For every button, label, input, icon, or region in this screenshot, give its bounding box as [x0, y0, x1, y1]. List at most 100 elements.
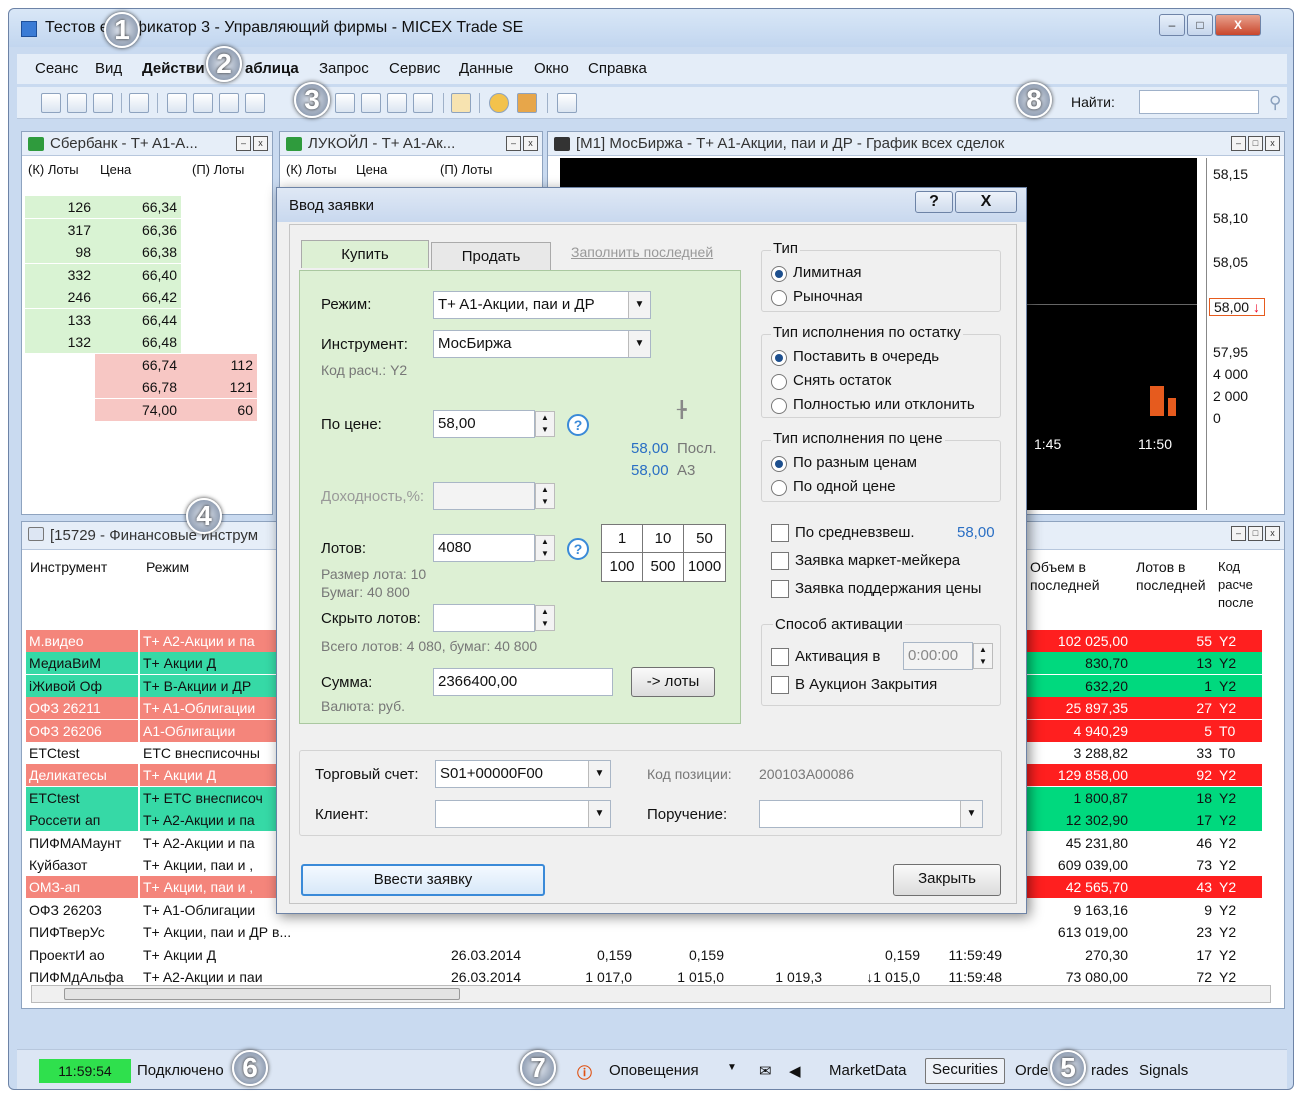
tab-orders[interactable]: Orde — [1015, 1062, 1048, 1079]
menu-window[interactable]: Окно — [534, 60, 569, 77]
alerts-label[interactable]: Оповещения — [609, 1062, 699, 1079]
tab-marketdata[interactable]: MarketData — [829, 1062, 907, 1079]
scroll-thumb[interactable] — [64, 988, 460, 1000]
edit-document-icon[interactable] — [67, 93, 87, 113]
fill-last-link[interactable]: Заполнить последней — [571, 244, 713, 260]
sum-input[interactable]: 2366400,00 — [433, 668, 613, 696]
col-instrument[interactable]: Инструмент — [30, 558, 107, 576]
account-select[interactable]: S01+00000F00 ▼ — [435, 760, 611, 788]
new-document-icon[interactable] — [41, 93, 61, 113]
col-last-lots[interactable]: Лотов в последней — [1136, 558, 1220, 594]
minimize-icon[interactable]: – — [1231, 526, 1246, 541]
price-spinner[interactable]: ▲ ▼ — [535, 411, 555, 437]
alert-icon[interactable]: ⓘ — [577, 1062, 592, 1083]
chevron-down-icon[interactable]: ▼ — [628, 331, 650, 357]
radio-queue[interactable]: Поставить в очередь — [771, 348, 939, 366]
menu-help[interactable]: Справка — [588, 60, 647, 77]
menu-view[interactable]: Вид — [95, 60, 122, 77]
radio-diff-prices[interactable]: По разным ценам — [771, 454, 917, 472]
to-lots-button[interactable]: -> лоты — [631, 667, 715, 697]
window-icon[interactable] — [219, 93, 239, 113]
menu-query[interactable]: Запрос — [319, 60, 369, 77]
menu-table[interactable]: аблица — [245, 60, 299, 77]
chevron-down-icon[interactable]: ▼ — [588, 761, 610, 787]
coins-icon[interactable] — [489, 93, 509, 113]
menu-data[interactable]: Данные — [459, 60, 513, 77]
restore-icon[interactable]: □ — [1248, 136, 1263, 151]
tab-trades[interactable]: rades — [1091, 1062, 1129, 1079]
mail-icon[interactable]: ✉ — [759, 1062, 772, 1080]
radio-limit[interactable]: Лимитная — [771, 264, 862, 282]
col-last-volume[interactable]: Объем в последней — [1030, 558, 1126, 594]
col-mode[interactable]: Режим — [146, 558, 189, 576]
activation-spinner[interactable]: ▲ ▼ — [973, 643, 993, 669]
price-help-icon[interactable]: ? — [567, 414, 589, 436]
menu-session[interactable]: Сеанс — [35, 60, 78, 77]
dialog-help-button[interactable]: ? — [915, 191, 953, 213]
close-dialog-button[interactable]: Закрыть — [893, 864, 1001, 896]
market-maker-checkbox[interactable]: Заявка маркет-мейкера — [771, 552, 960, 570]
lots-help-icon[interactable]: ? — [567, 538, 589, 560]
radio-market[interactable]: Рыночная — [771, 288, 863, 306]
magnifier-icon[interactable]: ⚲ — [1269, 93, 1287, 112]
lots-spinner[interactable]: ▲ ▼ — [535, 535, 555, 561]
delete-document-icon[interactable] — [93, 93, 113, 113]
table-row[interactable]: ПроектИ ао T+ Акции Д 26.03.2014 0,159 0,159… — [22, 944, 1262, 966]
restore-icon[interactable]: – — [506, 136, 521, 151]
instrument-select[interactable]: МосБиржа ▼ — [433, 330, 651, 358]
tab-signals[interactable]: Signals — [1139, 1062, 1188, 1079]
briefcase-icon[interactable] — [517, 93, 537, 113]
report-icon[interactable] — [413, 93, 433, 113]
restore-icon[interactable]: – — [236, 136, 251, 151]
chevron-down-icon[interactable]: ▼ — [960, 801, 982, 827]
lot-quick-50[interactable]: 50 — [684, 525, 725, 553]
lot-quick-100[interactable]: 100 — [602, 553, 643, 581]
alert-icon[interactable] — [451, 93, 471, 113]
menu-service[interactable]: Сервис — [389, 60, 440, 77]
trade-icon[interactable] — [361, 93, 381, 113]
chart-icon[interactable] — [245, 93, 265, 113]
table-row[interactable]: ПИФТверУс T+ Акции, паи и ДР в... 613 019,… — [22, 921, 1262, 943]
close-icon[interactable]: x — [523, 136, 538, 151]
instruction-select[interactable]: ▼ — [759, 800, 983, 828]
price-input[interactable]: 58,00 — [433, 410, 535, 438]
close-icon[interactable]: x — [1265, 526, 1280, 541]
copy-icon[interactable] — [387, 93, 407, 113]
activation-checkbox[interactable]: Активация в — [771, 648, 880, 666]
tab-sell[interactable]: Продать — [431, 242, 551, 270]
menu-actions[interactable]: Действи — [142, 60, 205, 77]
dialog-close-button[interactable]: X — [955, 191, 1017, 213]
close-icon[interactable]: x — [1265, 136, 1280, 151]
maximize-button[interactable]: □ — [1187, 14, 1213, 36]
col-settle-code[interactable]: Код расче после — [1218, 558, 1262, 612]
chevron-down-icon[interactable]: ▼ — [727, 1062, 737, 1073]
price-support-checkbox[interactable]: Заявка поддержания цены — [771, 580, 981, 598]
back-icon[interactable]: ◀ — [789, 1062, 801, 1080]
hidden-lots-input[interactable] — [433, 604, 535, 632]
horizontal-scrollbar[interactable] — [31, 985, 1271, 1003]
avg-price-checkbox[interactable]: По средневзвеш. — [771, 524, 915, 542]
tab-buy[interactable]: Купить — [301, 240, 429, 268]
lot-quick-10[interactable]: 10 — [643, 525, 684, 553]
find-input[interactable] — [1139, 90, 1259, 114]
minimize-button[interactable]: – — [1159, 14, 1185, 36]
hidden-lots-spinner[interactable]: ▲ ▼ — [535, 605, 555, 631]
chevron-down-icon[interactable]: ▼ — [628, 292, 650, 318]
last-price[interactable]: 58,00 — [631, 440, 669, 457]
message-icon[interactable] — [557, 93, 577, 113]
radio-cancel-rest[interactable]: Снять остаток — [771, 372, 891, 390]
orderbook-icon[interactable] — [193, 93, 213, 113]
a3-price[interactable]: 58,00 — [631, 462, 669, 479]
restore-icon[interactable]: □ — [1248, 526, 1263, 541]
client-select[interactable]: ▼ — [435, 800, 611, 828]
submit-order-button[interactable]: Ввести заявку — [301, 864, 545, 896]
lot-quick-1000[interactable]: 1000 — [684, 553, 725, 581]
export-icon[interactable] — [129, 93, 149, 113]
table-icon[interactable] — [167, 93, 187, 113]
closing-auction-checkbox[interactable]: В Аукцион Закрытия — [771, 676, 937, 694]
activation-time-input[interactable]: 0:00:00 — [903, 642, 973, 670]
mode-select[interactable]: T+ A1-Акции, паи и ДР ▼ — [433, 291, 651, 319]
lots-input[interactable]: 4080 — [433, 534, 535, 562]
radio-fill-or-kill[interactable]: Полностью или отклонить — [771, 396, 975, 414]
radio-single-price[interactable]: По одной цене — [771, 478, 896, 496]
